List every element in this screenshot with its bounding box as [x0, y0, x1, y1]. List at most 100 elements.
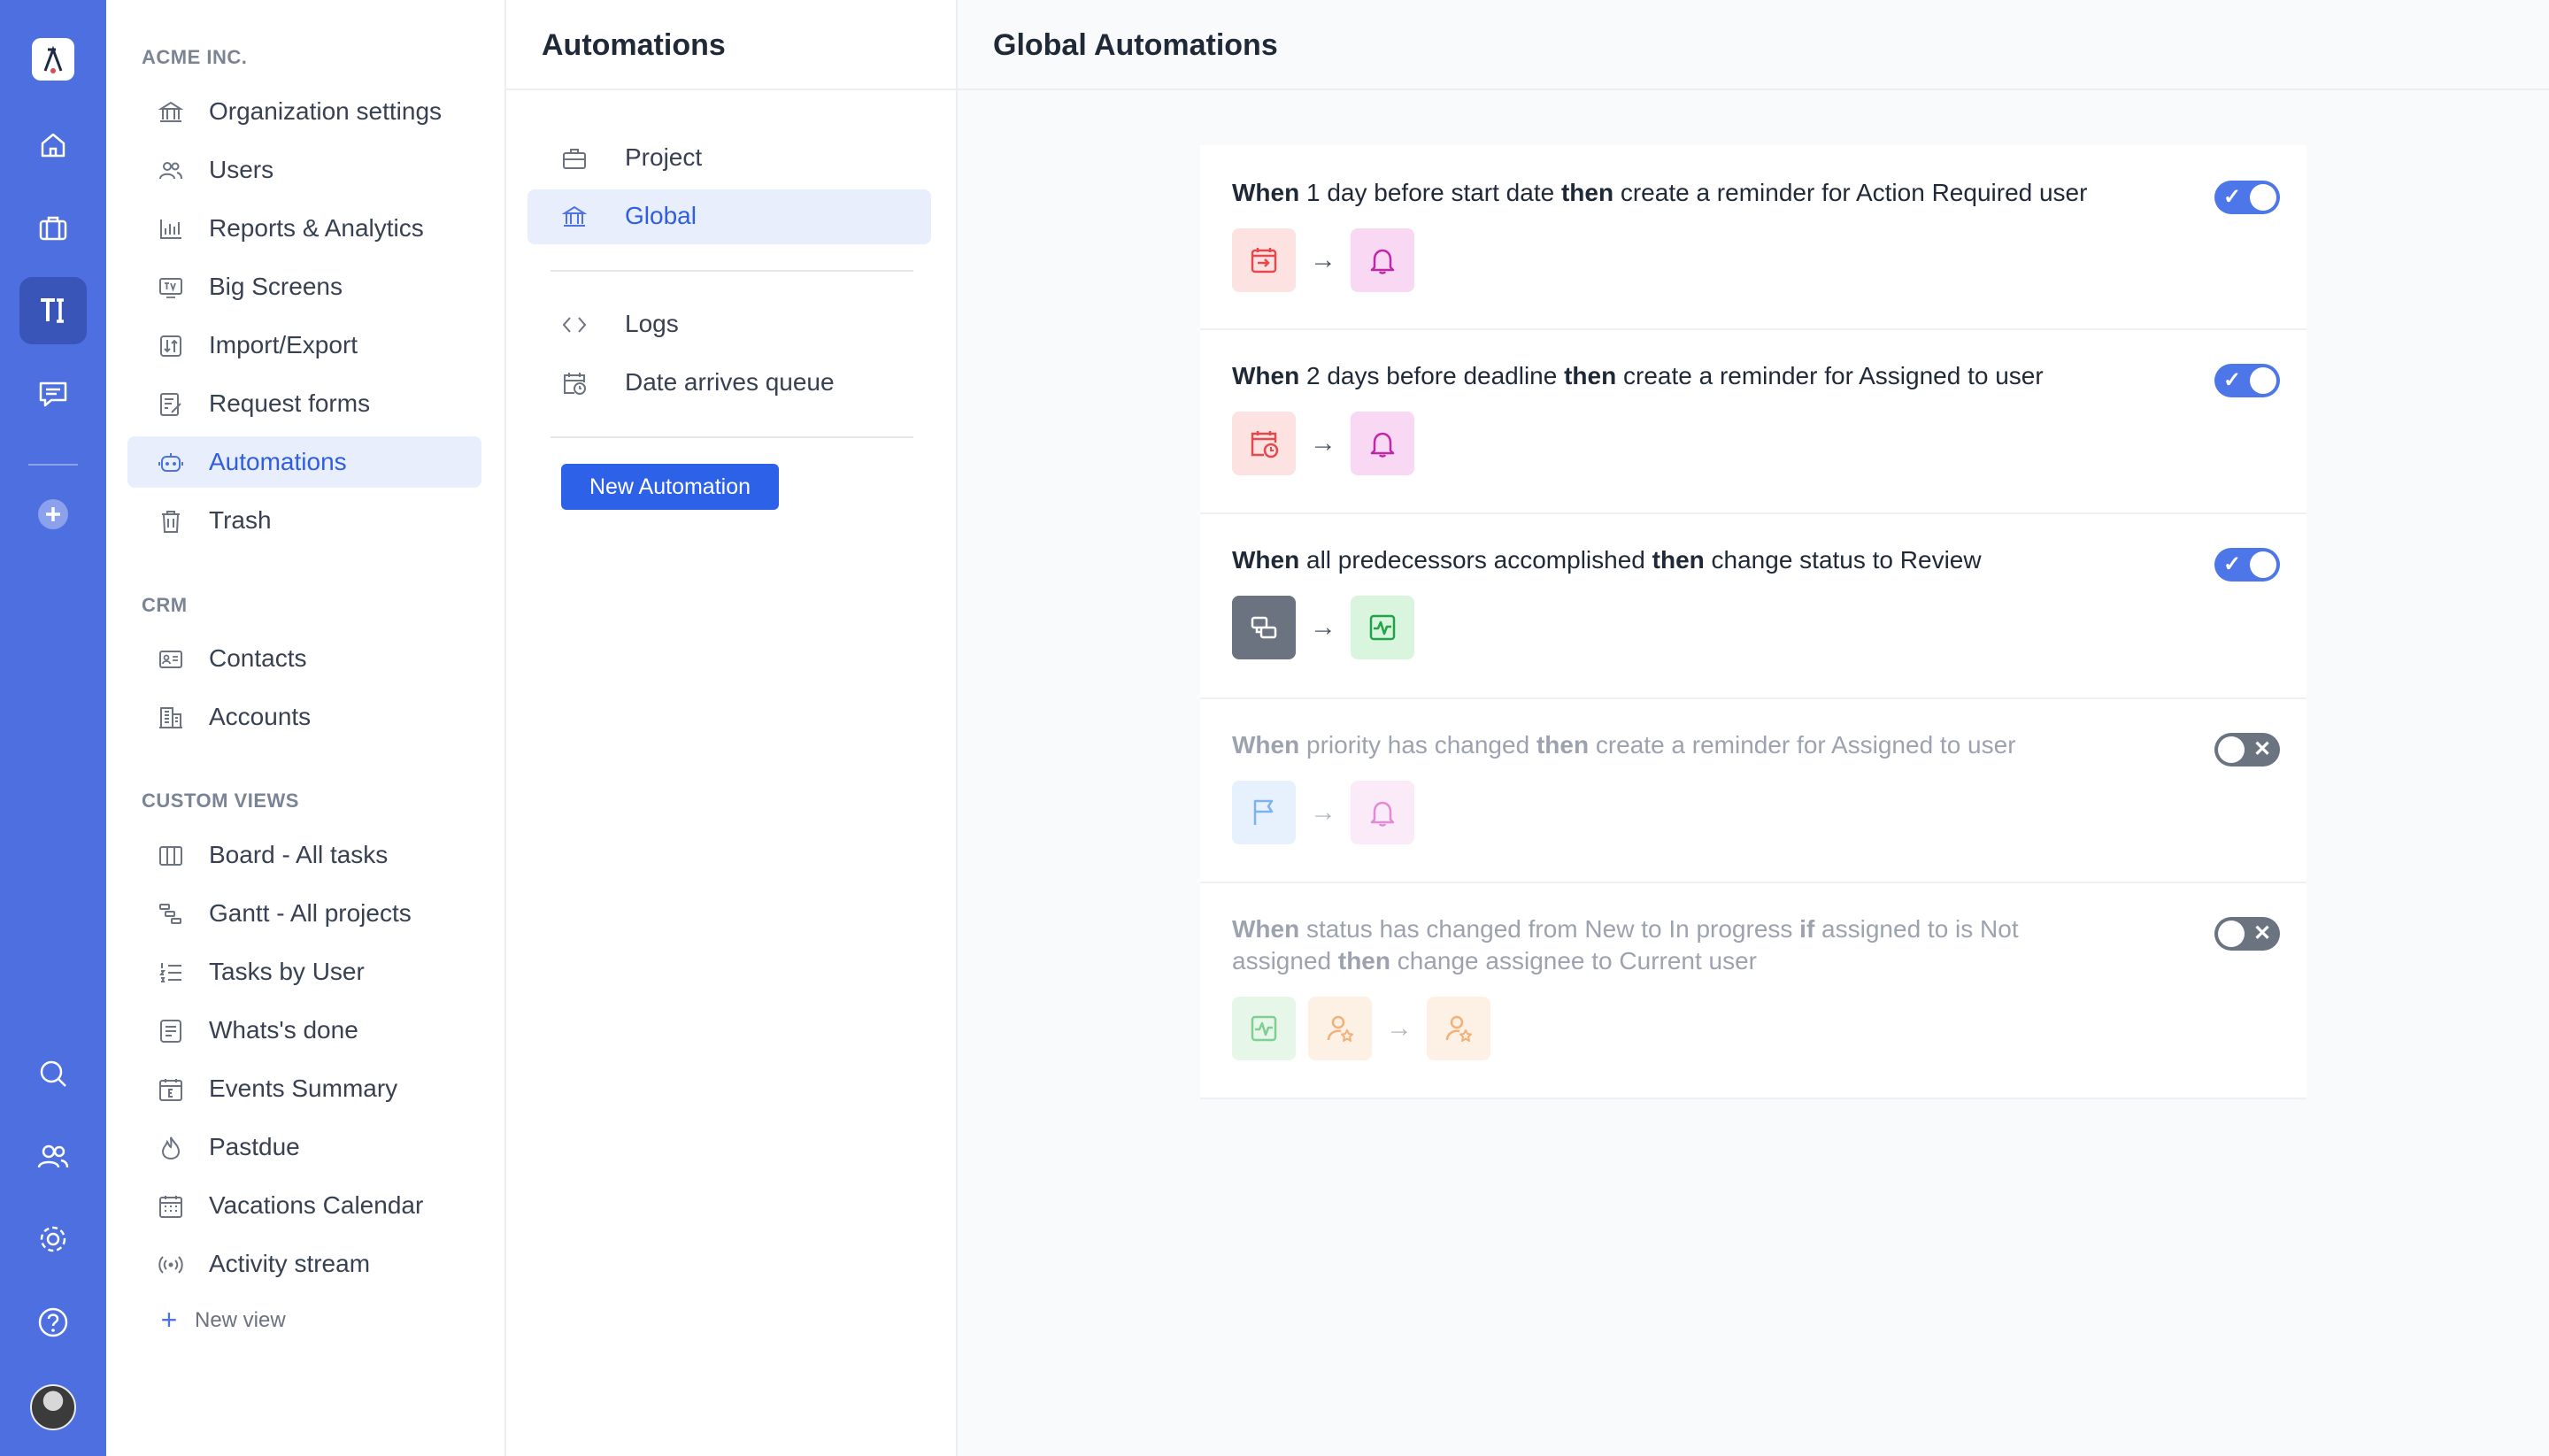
- sidebar-item-request-forms[interactable]: Request forms: [127, 378, 481, 429]
- sidebar-item-trash[interactable]: Trash: [127, 495, 481, 546]
- rule-toggle[interactable]: ✓: [2214, 364, 2280, 397]
- import-export-icon: [158, 333, 184, 359]
- tv-icon: [158, 274, 184, 301]
- sidebar-item-users[interactable]: Users: [127, 144, 481, 196]
- pulse-icon: [1232, 997, 1296, 1060]
- bank-icon: [158, 99, 184, 126]
- section-title-org: ACME INC.: [142, 46, 248, 68]
- arrow-icon: →: [1310, 797, 1336, 827]
- tab-logs[interactable]: Logs: [528, 297, 931, 352]
- building-icon: [158, 705, 184, 731]
- rail-help-button[interactable]: [19, 1289, 87, 1356]
- plus-circle-icon: [38, 499, 68, 529]
- home-icon: [41, 133, 65, 158]
- rule-toggle[interactable]: ✓: [2214, 181, 2280, 214]
- sidebar-item-label: Whats's done: [209, 1016, 358, 1044]
- sidebar-item-accounts[interactable]: Accounts: [127, 691, 481, 743]
- sidebar-item-contacts[interactable]: Contacts: [127, 633, 481, 684]
- rail-tools-button[interactable]: [19, 277, 87, 344]
- flag-icon: [1232, 781, 1296, 844]
- rail-projects-button[interactable]: [19, 195, 87, 262]
- users-icon: [158, 158, 184, 184]
- sidebar-item-label: Gantt - All projects: [209, 899, 412, 927]
- rail-settings-button[interactable]: [19, 1206, 87, 1273]
- sidebar-item-label: Reports & Analytics: [209, 214, 424, 242]
- sidebar-item-label: Automations: [209, 448, 347, 475]
- tab-project[interactable]: Project: [528, 131, 931, 186]
- sidebar-item-label: Big Screens: [209, 273, 343, 300]
- arrow-icon: →: [1310, 612, 1336, 642]
- sidebar-item-whats-done[interactable]: Whats's done: [127, 1005, 481, 1056]
- board-icon: [158, 843, 184, 869]
- automation-rules-list: When 1 day before start date then create…: [1200, 145, 2306, 1099]
- rail-divider: [28, 464, 78, 466]
- sidebar-item-label: Contacts: [209, 644, 307, 672]
- sidebar-item-label: Trash: [209, 506, 272, 534]
- automations-header: Automations: [506, 0, 956, 90]
- bell-icon: [1351, 781, 1414, 844]
- rail-home-button[interactable]: [19, 112, 87, 179]
- sidebar-item-events-summary[interactable]: Events Summary: [127, 1063, 481, 1114]
- rule-icons: →: [1232, 997, 1490, 1060]
- rule-toggle[interactable]: ✕: [2214, 733, 2280, 767]
- rail-chat-button[interactable]: [19, 360, 87, 428]
- sidebar-item-tasks-by-user[interactable]: Tasks by User: [127, 946, 481, 998]
- rail-add-button[interactable]: [19, 481, 87, 548]
- sidebar-item-label: Board - All tasks: [209, 841, 389, 868]
- rail-search-button[interactable]: [19, 1040, 87, 1107]
- sidebar-item-label: Organization settings: [209, 97, 443, 125]
- rule-description: When priority has changed then create a …: [1232, 731, 2016, 759]
- app-logo[interactable]: [32, 38, 74, 81]
- rule-toggle[interactable]: ✕: [2214, 917, 2280, 951]
- main-header: Global Automations: [958, 0, 2549, 90]
- sidebar-item-gantt-all-projects[interactable]: Gantt - All projects: [127, 888, 481, 939]
- page-title: Global Automations: [993, 28, 1278, 62]
- automation-rule[interactable]: When 1 day before start date then create…: [1200, 145, 2306, 330]
- code-icon: [561, 312, 588, 338]
- sidebar-item-organization-settings[interactable]: Organization settings: [127, 86, 481, 137]
- tab-label: Date arrives queue: [625, 368, 835, 396]
- new-view-label: New view: [195, 1307, 286, 1332]
- pulse-icon: [1351, 596, 1414, 659]
- automation-rule[interactable]: When priority has changed then create a …: [1200, 699, 2306, 883]
- sidebar-item-label: Events Summary: [209, 1075, 398, 1102]
- automation-rule[interactable]: When all predecessors accomplished then …: [1200, 514, 2306, 699]
- new-automation-button[interactable]: New Automation: [561, 464, 779, 510]
- rule-description: When all predecessors accomplished then …: [1232, 546, 1982, 574]
- tools-icon: [41, 298, 64, 323]
- divider: [551, 436, 913, 438]
- checklist-icon: [158, 1018, 184, 1044]
- tab-label: Project: [625, 143, 703, 171]
- sidebar-item-import-export[interactable]: Import/Export: [127, 320, 481, 371]
- sidebar-item-board-all-tasks[interactable]: Board - All tasks: [127, 829, 481, 881]
- sidebar-item-automations[interactable]: Automations: [127, 436, 481, 488]
- main-content: Global Automations When 1 day before sta…: [958, 0, 2549, 1456]
- rule-description: When 1 day before start date then create…: [1232, 179, 2088, 206]
- trash-icon: [158, 508, 184, 535]
- automation-rule[interactable]: When status has changed from New to In p…: [1200, 883, 2306, 1099]
- sidebar-item-pastdue[interactable]: Pastdue: [127, 1121, 481, 1173]
- form-icon: [158, 391, 184, 418]
- rule-toggle[interactable]: ✓: [2214, 548, 2280, 582]
- plus-icon: +: [160, 1304, 178, 1336]
- rule-description: When status has changed from New to In p…: [1232, 915, 2019, 975]
- sidebar-item-activity-stream[interactable]: Activity stream: [127, 1238, 481, 1290]
- tab-date-arrives-queue[interactable]: Date arrives queue: [528, 356, 931, 411]
- sidebar-item-big-screens[interactable]: Big Screens: [127, 261, 481, 312]
- section-title-crm: CRM: [142, 594, 188, 616]
- user-avatar[interactable]: [30, 1384, 76, 1430]
- tab-global[interactable]: Global: [528, 189, 931, 244]
- automation-rule[interactable]: When 2 days before deadline then create …: [1200, 330, 2306, 514]
- sidebar-item-label: Users: [209, 156, 274, 183]
- rail-users-button[interactable]: [19, 1123, 87, 1190]
- sidebar-item-vacations-calendar[interactable]: Vacations Calendar: [127, 1180, 481, 1231]
- rule-icons: →: [1232, 412, 1414, 475]
- gantt-icon: [158, 901, 184, 928]
- sidebar-item-reports-analytics[interactable]: Reports & Analytics: [127, 203, 481, 254]
- calendar-clock-icon: [1232, 412, 1296, 475]
- new-view-button[interactable]: + New view: [156, 1304, 286, 1337]
- search-icon: [40, 1060, 66, 1087]
- robot-icon: [158, 450, 184, 476]
- tab-label: Global: [625, 202, 697, 229]
- sidebar-item-label: Activity stream: [209, 1250, 371, 1277]
